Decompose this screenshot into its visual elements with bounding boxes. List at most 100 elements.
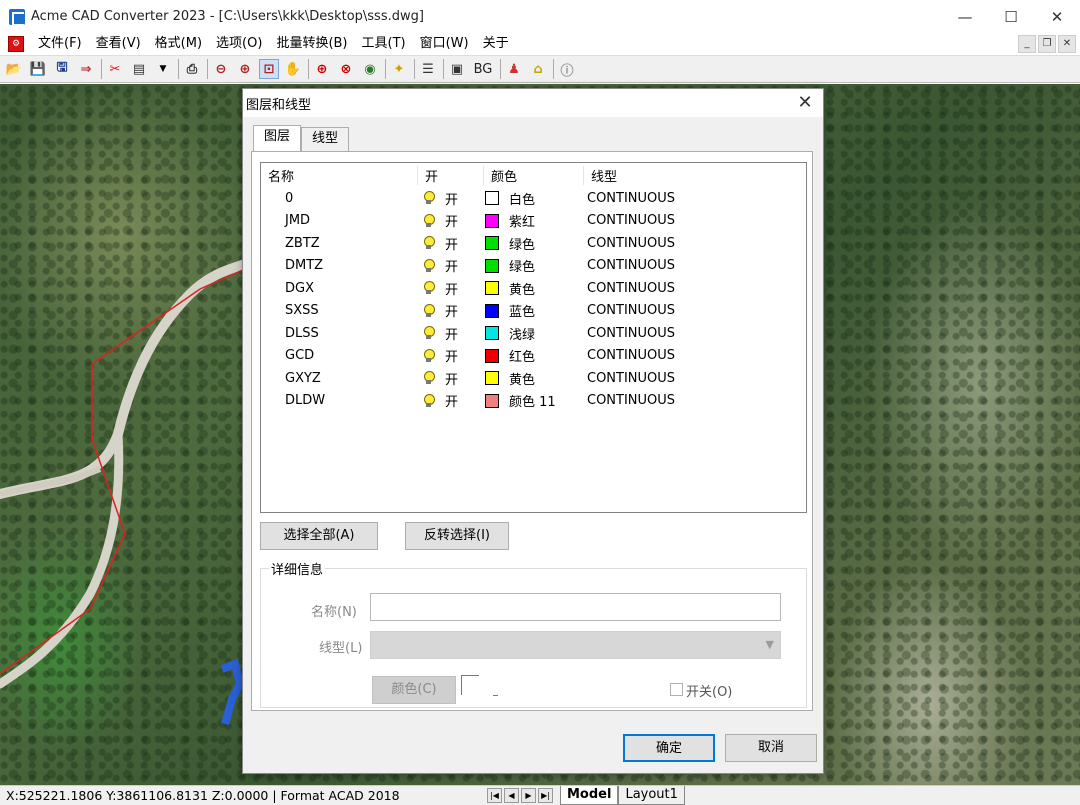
layer-linetype[interactable]: CONTINUOUS [583, 191, 783, 206]
menu-file[interactable]: 文件(F) [31, 33, 89, 55]
menu-view[interactable]: 查看(V) [89, 33, 148, 55]
last-layout-icon[interactable]: ▶| [538, 788, 553, 803]
convert-icon[interactable]: ✂ [105, 59, 125, 79]
lightbulb-icon[interactable] [423, 348, 435, 363]
layer-linetype[interactable]: CONTINUOUS [583, 371, 783, 386]
measure-icon[interactable]: ✦ [389, 59, 409, 79]
lightbulb-icon[interactable] [423, 326, 435, 340]
zoom-window-icon[interactable]: ⊡ [259, 59, 279, 79]
lightbulb-icon[interactable] [423, 236, 435, 250]
lightbulb-icon[interactable] [423, 281, 435, 295]
layer-row[interactable]: DGX 开 黄色 CONTINUOUS [261, 277, 806, 300]
dialog-close-icon[interactable]: ✕ [795, 93, 815, 113]
invert-selection-button[interactable]: 反转选择(I) [405, 522, 509, 550]
menu-batch-convert[interactable]: 批量转换(B) [269, 33, 354, 55]
layer-color-cell[interactable]: 浅绿 [483, 324, 583, 343]
minimize-button[interactable]: — [942, 0, 988, 33]
layer-eye-icon[interactable]: ◉ [360, 59, 380, 79]
layer-on-cell[interactable]: 开 [417, 211, 483, 230]
next-layout-icon[interactable]: ▶ [521, 788, 536, 803]
layer-linetype[interactable]: CONTINUOUS [583, 258, 783, 273]
column-header-linetype[interactable]: 线型 [583, 165, 783, 185]
layer-on-cell[interactable]: 开 [417, 234, 483, 253]
layer-on-cell[interactable]: 开 [417, 346, 483, 365]
layer-linetype[interactable]: CONTINUOUS [583, 281, 783, 296]
pan-hand-icon[interactable]: ✋ [283, 59, 303, 79]
home-icon[interactable]: ⌂ [528, 59, 548, 79]
layers-icon[interactable]: ☰ [418, 59, 438, 79]
layer-row[interactable]: DLDW 开 颜色 11 CONTINUOUS [261, 390, 806, 413]
open-folder-icon[interactable]: 📂 [4, 59, 24, 79]
dropdown-arrow-icon[interactable]: ▼ [153, 59, 173, 79]
name-field[interactable] [370, 593, 781, 621]
tab-layout1[interactable]: Layout1 [618, 786, 685, 805]
column-header-color[interactable]: 颜色 [483, 165, 583, 185]
switch-checkbox[interactable] [670, 683, 683, 696]
column-header-name[interactable]: 名称 [261, 166, 417, 185]
tab-linetypes[interactable]: 线型 [301, 127, 350, 151]
layer-linetype[interactable]: CONTINUOUS [583, 348, 783, 363]
layer-linetype[interactable]: CONTINUOUS [583, 213, 783, 228]
info-icon[interactable]: ⓘ [557, 59, 577, 79]
lightbulb-icon[interactable] [423, 371, 435, 385]
zoom-out-icon[interactable]: ⊖ [211, 59, 231, 79]
close-button[interactable]: ✕ [1034, 0, 1080, 33]
tab-layers[interactable]: 图层 [253, 125, 302, 151]
zoom-extents-icon[interactable]: ⊕ [312, 59, 332, 79]
lightbulb-icon[interactable] [423, 258, 435, 273]
layer-linetype[interactable]: CONTINUOUS [583, 236, 783, 251]
layer-row[interactable]: 0 开 白色 CONTINUOUS [261, 187, 806, 210]
first-layout-icon[interactable]: |◀ [487, 788, 502, 803]
zoom-previous-icon[interactable]: ⊗ [336, 59, 356, 79]
switch-label[interactable]: 开关(O) [686, 681, 732, 700]
document-icon[interactable]: ⚙ [8, 36, 24, 52]
column-header-on[interactable]: 开 [417, 165, 483, 185]
save-as-icon[interactable]: 🖫 [52, 59, 72, 79]
layer-list[interactable]: 名称 开 颜色 线型 0 开白色 CONTINUOUS JMD 开紫红 CONTINUOU… [260, 162, 807, 513]
maximize-button[interactable]: ☐ [988, 0, 1034, 33]
layer-on-cell[interactable]: 开 [417, 369, 483, 388]
layer-row[interactable]: DMTZ 开 绿色 CONTINUOUS [261, 255, 806, 278]
mdi-restore-icon[interactable]: ❐ [1038, 35, 1056, 53]
export-icon[interactable]: ⇒ [76, 59, 96, 79]
linetype-select[interactable]: ▼ [370, 631, 781, 659]
layer-color-cell[interactable]: 紫红 [483, 211, 583, 230]
menu-options[interactable]: 选项(O) [209, 33, 269, 55]
lightbulb-icon[interactable] [423, 393, 435, 408]
layer-row[interactable]: GCD 开 红色 CONTINUOUS [261, 345, 806, 368]
layer-color-cell[interactable]: 蓝色 [483, 301, 583, 320]
cancel-button[interactable]: 取消 [725, 734, 817, 762]
properties-icon[interactable]: ▣ [447, 59, 467, 79]
layer-color-cell[interactable]: 黄色 [483, 279, 583, 298]
layer-row[interactable]: ZBTZ 开 绿色 CONTINUOUS [261, 232, 806, 255]
lightbulb-icon[interactable] [423, 213, 435, 228]
layer-on-cell[interactable]: 开 [417, 189, 483, 208]
layer-linetype[interactable]: CONTINUOUS [583, 393, 783, 408]
tab-model[interactable]: Model [560, 786, 619, 805]
watermark-icon[interactable]: ♟ [504, 59, 524, 79]
layer-linetype[interactable]: CONTINUOUS [583, 303, 783, 318]
color-button[interactable]: 颜色(C) [372, 676, 456, 704]
prev-layout-icon[interactable]: ◀ [504, 788, 519, 803]
layer-on-cell[interactable]: 开 [417, 324, 483, 343]
lightbulb-icon[interactable] [423, 303, 435, 318]
zoom-in-icon[interactable]: ⊕ [235, 59, 255, 79]
layer-on-cell[interactable]: 开 [417, 301, 483, 320]
layer-on-cell[interactable]: 开 [417, 391, 483, 410]
layer-on-cell[interactable]: 开 [417, 256, 483, 275]
mdi-close-icon[interactable]: ✕ [1058, 35, 1076, 53]
ok-button[interactable]: 确定 [623, 734, 715, 762]
layer-row[interactable]: SXSS 开 蓝色 CONTINUOUS [261, 300, 806, 323]
layer-color-cell[interactable]: 颜色 11 [483, 391, 583, 410]
background-toggle-button[interactable]: BG [471, 59, 495, 79]
select-all-button[interactable]: 选择全部(A) [260, 522, 378, 550]
layer-color-cell[interactable]: 黄色 [483, 369, 583, 388]
layer-row[interactable]: DLSS 开 浅绿 CONTINUOUS [261, 322, 806, 345]
menu-format[interactable]: 格式(M) [148, 33, 209, 55]
mdi-minimize-icon[interactable]: _ [1018, 35, 1036, 53]
layer-row[interactable]: JMD 开 紫红 CONTINUOUS [261, 210, 806, 233]
save-icon[interactable]: 💾 [28, 59, 48, 79]
layer-color-cell[interactable]: 白色 [483, 189, 583, 208]
layer-color-cell[interactable]: 红色 [483, 346, 583, 365]
layer-linetype[interactable]: CONTINUOUS [583, 326, 783, 341]
